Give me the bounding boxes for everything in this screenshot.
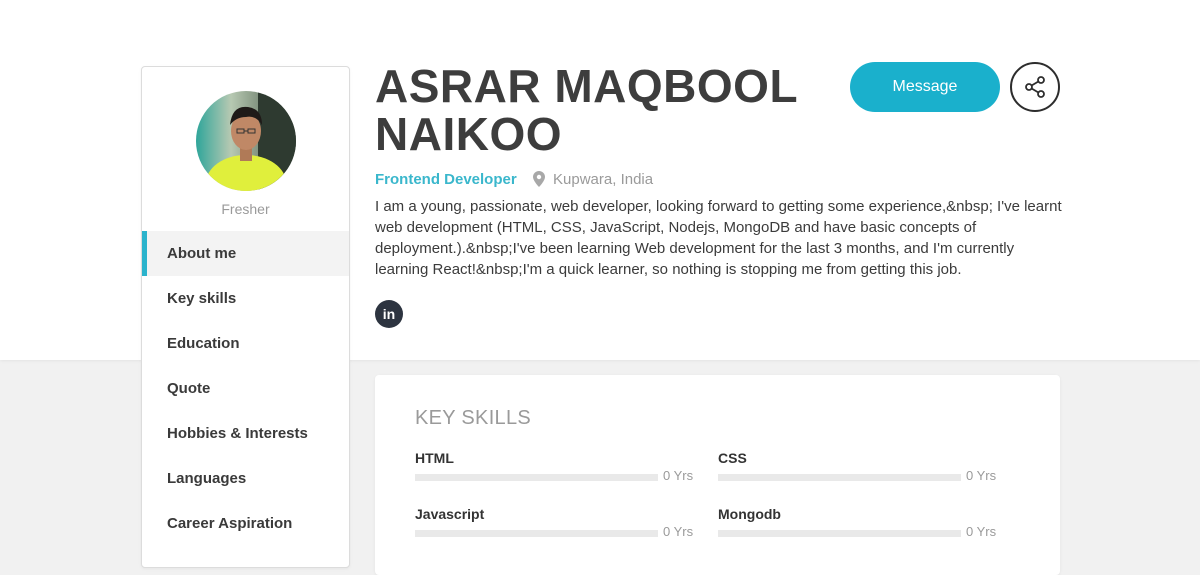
skill-name: HTML	[415, 450, 454, 466]
profile-name: ASRAR MAQBOOL NAIKOO	[375, 60, 798, 160]
avatar	[196, 91, 296, 191]
key-skills-title: KEY SKILLS	[415, 407, 532, 429]
share-icon	[1025, 76, 1045, 98]
skill-item-mongodb: Mongodb 0 Yrs	[718, 505, 998, 539]
skill-name: CSS	[718, 450, 747, 466]
sidebar-item-quote[interactable]: Quote	[142, 366, 349, 411]
about-text: I am a young, passionate, web developer,…	[375, 198, 1062, 278]
skill-item-javascript: Javascript 0 Yrs	[415, 505, 695, 539]
skill-progress-bar	[415, 530, 658, 537]
profile-status: Fresher	[221, 201, 270, 217]
avatar-photo	[196, 91, 296, 191]
skill-years: 0 Yrs	[966, 524, 997, 539]
sidebar-item-hobbies-interests[interactable]: Hobbies & Interests	[142, 411, 349, 456]
skill-name: Javascript	[415, 506, 485, 522]
message-button[interactable]: Message	[850, 62, 1000, 112]
skill-years: 0 Yrs	[663, 524, 694, 539]
skill-years: 0 Yrs	[966, 468, 997, 483]
sidebar-item-key-skills[interactable]: Key skills	[142, 276, 349, 321]
profile-role: Frontend Developer	[375, 171, 517, 188]
skill-progress-bar	[415, 474, 658, 481]
map-pin-icon	[532, 171, 545, 193]
skill-item-html: HTML 0 Yrs	[415, 449, 695, 483]
profile-location: Kupwara, India	[553, 171, 654, 188]
role-location-line: Frontend Developer Kupwara, India	[375, 170, 653, 190]
sidebar-item-languages[interactable]: Languages	[142, 456, 349, 501]
skill-progress-bar	[718, 530, 961, 537]
share-button[interactable]	[1010, 62, 1060, 112]
profile-sidebar: Fresher About me Key skills Education Qu…	[141, 66, 350, 568]
sidebar-nav: About me Key skills Education Quote Hobb…	[142, 231, 349, 546]
key-skills-card: KEY SKILLS HTML 0 Yrs CSS 0 Yrs Javascri…	[375, 375, 1060, 575]
linkedin-icon[interactable]: in	[375, 300, 403, 328]
skill-progress-bar	[718, 474, 961, 481]
sidebar-item-career-aspiration[interactable]: Career Aspiration	[142, 501, 349, 546]
skill-name: Mongodb	[718, 506, 781, 522]
sidebar-item-about-me[interactable]: About me	[142, 231, 349, 276]
skill-item-css: CSS 0 Yrs	[718, 449, 998, 483]
skill-years: 0 Yrs	[663, 468, 694, 483]
sidebar-item-education[interactable]: Education	[142, 321, 349, 366]
